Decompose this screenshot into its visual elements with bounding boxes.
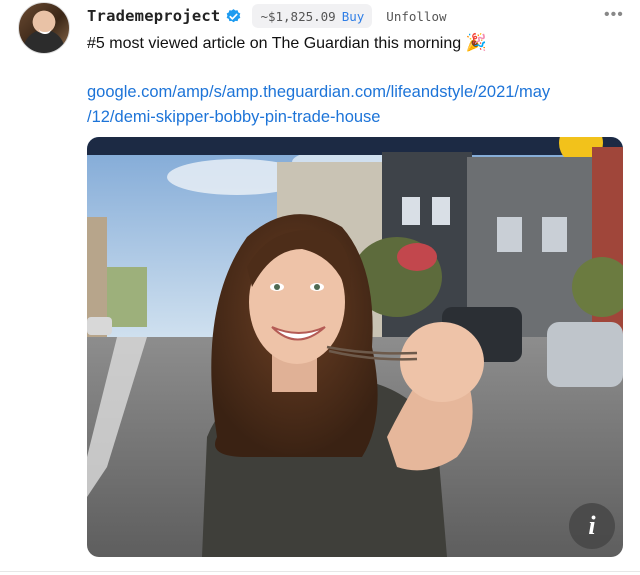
party-popper-icon: 🎉 [465, 33, 487, 52]
post-image[interactable]: i [87, 137, 623, 557]
article-link-line-2[interactable]: /12/demi-skipper-bobby-pin-trade-house [87, 105, 577, 130]
verified-badge-icon [227, 8, 241, 22]
info-icon[interactable]: i [569, 503, 615, 549]
post-text-content: #5 most viewed article on The Guardian t… [87, 35, 462, 52]
post-header: Trademeproject ~$1,825.09 Buy Unfollow [87, 4, 447, 28]
token-price: ~$1,825.09 [260, 8, 336, 24]
post-text: #5 most viewed article on The Guardian t… [87, 33, 487, 53]
buy-button[interactable]: Buy [342, 9, 365, 24]
username[interactable]: Trademeproject [87, 7, 220, 25]
more-dots-icon[interactable]: ••• [604, 6, 624, 24]
avatar[interactable] [18, 2, 70, 54]
article-link-line-1[interactable]: google.com/amp/s/amp.theguardian.com/lif… [87, 80, 577, 105]
post-card: Trademeproject ~$1,825.09 Buy Unfollow •… [0, 0, 640, 575]
unfollow-button[interactable]: Unfollow [386, 9, 446, 24]
divider [0, 571, 640, 572]
photo-scene [87, 137, 623, 557]
article-link[interactable]: google.com/amp/s/amp.theguardian.com/lif… [87, 80, 577, 130]
price-chip: ~$1,825.09 Buy [252, 4, 373, 28]
